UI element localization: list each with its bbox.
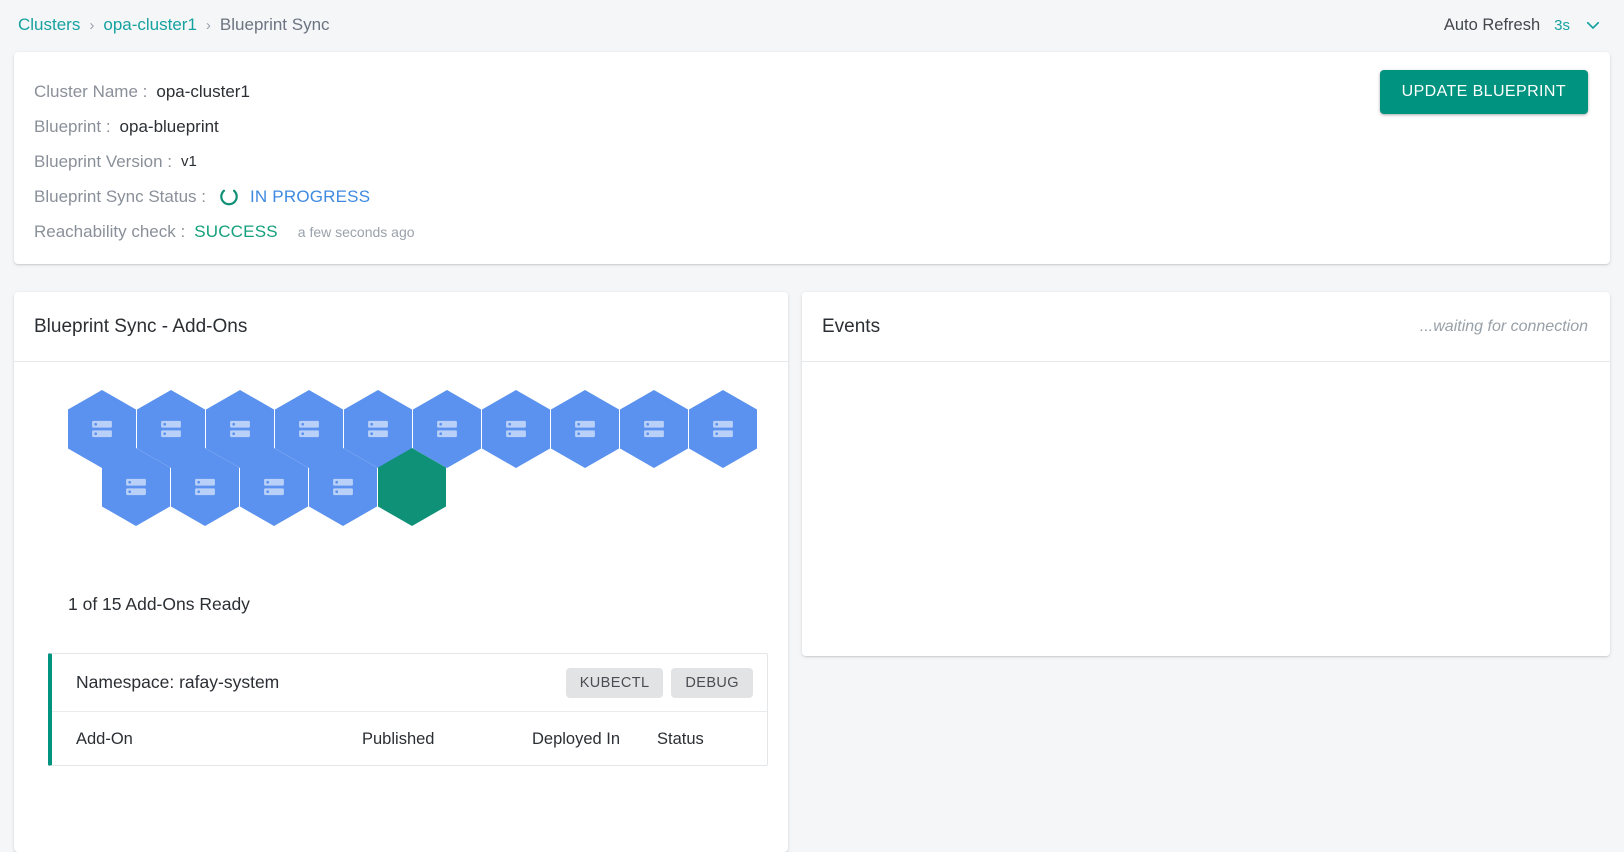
server-stack-icon xyxy=(299,420,319,438)
server-stack-icon xyxy=(713,420,733,438)
auto-refresh-control: Auto Refresh 3s xyxy=(1444,16,1602,35)
debug-button[interactable]: DEBUG xyxy=(671,667,753,698)
cluster-name-value: opa-cluster1 xyxy=(156,81,250,101)
column-header-published[interactable]: Published xyxy=(352,712,522,765)
sync-status-label: Blueprint Sync Status : xyxy=(34,186,206,206)
addons-table-header-row: Add-On Published Deployed In Status xyxy=(52,712,788,765)
column-header-deployed-in[interactable]: Deployed In xyxy=(522,712,647,765)
blueprint-value: opa-blueprint xyxy=(119,116,219,136)
server-stack-icon xyxy=(333,478,353,496)
addon-hexagon-pending[interactable] xyxy=(482,390,550,468)
addon-hexagon-pending[interactable] xyxy=(171,448,239,526)
blueprint-sync-card: Blueprint Sync - Add-Ons 1 of 15 Add-Ons… xyxy=(14,292,788,852)
breadcrumb-separator: › xyxy=(205,16,211,34)
blueprint-version-label: Blueprint Version : xyxy=(34,151,172,171)
blueprint-version-value: v1 xyxy=(180,153,197,170)
server-stack-icon xyxy=(195,478,215,496)
server-stack-icon xyxy=(437,420,457,438)
loading-spinner-icon xyxy=(218,186,240,208)
blueprint-sync-title: Blueprint Sync - Add-Ons xyxy=(34,315,248,337)
column-header-addon[interactable]: Add-On xyxy=(52,712,352,765)
addon-hexagon-pending[interactable] xyxy=(309,448,377,526)
addons-table: Add-On Published Deployed In Status xyxy=(52,712,788,765)
hexagon-row-2 xyxy=(102,448,447,526)
sync-status-row: Blueprint Sync Status : IN PROGRESS xyxy=(34,179,1586,214)
server-stack-icon xyxy=(575,420,595,438)
addon-hexagon-pending[interactable] xyxy=(102,448,170,526)
server-stack-icon xyxy=(126,478,146,496)
namespace-actions: KUBECTL DEBUG xyxy=(565,667,753,698)
reachability-timestamp: a few seconds ago xyxy=(297,223,415,240)
events-title: Events xyxy=(822,315,881,337)
cluster-name-row: Cluster Name : opa-cluster1 xyxy=(34,74,1586,109)
addon-hexagon-pending[interactable] xyxy=(620,390,688,468)
server-stack-icon xyxy=(230,420,250,438)
namespace-header: Namespace: rafay-system KUBECTL DEBUG xyxy=(52,654,767,712)
server-stack-icon xyxy=(92,420,112,438)
blueprint-row: Blueprint : opa-blueprint xyxy=(34,109,1586,144)
auto-refresh-label: Auto Refresh xyxy=(1443,15,1541,34)
events-connection-status: ...waiting for connection xyxy=(1419,317,1588,335)
blueprint-sync-header: Blueprint Sync - Add-Ons xyxy=(14,292,788,362)
auto-refresh-interval-value[interactable]: 3s xyxy=(1554,17,1570,34)
addon-hexagon-pending[interactable] xyxy=(240,448,308,526)
breadcrumb-item-cluster[interactable]: opa-cluster1 xyxy=(103,15,197,35)
server-stack-icon xyxy=(506,420,526,438)
breadcrumb-item-clusters[interactable]: Clusters xyxy=(18,15,80,35)
blueprint-version-row: Blueprint Version : v1 xyxy=(34,144,1586,179)
addon-hexagon-pending[interactable] xyxy=(689,390,757,468)
reachability-status-badge: SUCCESS xyxy=(194,221,278,241)
breadcrumb: Clusters › opa-cluster1 › Blueprint Sync xyxy=(18,15,330,35)
addon-hexagon-grid xyxy=(14,390,788,570)
events-header: Events ...waiting for connection xyxy=(802,292,1610,362)
server-stack-icon xyxy=(264,478,284,496)
breadcrumb-item-current: Blueprint Sync xyxy=(219,15,330,34)
addons-ready-count: 1 of 15 Add-Ons Ready xyxy=(68,594,250,614)
column-header-status[interactable]: Status xyxy=(647,712,788,765)
update-blueprint-button[interactable]: UPDATE BLUEPRINT xyxy=(1379,70,1588,114)
addon-hexagon-pending[interactable] xyxy=(551,390,619,468)
addon-hexagon-ready[interactable] xyxy=(378,448,446,526)
cluster-name-label: Cluster Name : xyxy=(34,81,148,101)
blueprint-label: Blueprint : xyxy=(34,116,111,136)
top-bar: Clusters › opa-cluster1 › Blueprint Sync… xyxy=(0,0,1624,50)
reachability-label: Reachability check : xyxy=(34,221,186,241)
breadcrumb-separator: › xyxy=(89,16,95,34)
kubectl-button[interactable]: KUBECTL xyxy=(565,667,664,698)
events-card: Events ...waiting for connection xyxy=(802,292,1610,656)
cluster-info-card: Cluster Name : opa-cluster1 Blueprint : … xyxy=(14,52,1610,264)
chevron-down-icon[interactable] xyxy=(1584,16,1602,34)
server-stack-icon xyxy=(368,420,388,438)
events-list xyxy=(802,362,1610,656)
namespace-block: Namespace: rafay-system KUBECTL DEBUG Ad… xyxy=(48,653,768,766)
server-stack-icon xyxy=(644,420,664,438)
reachability-row: Reachability check : SUCCESS a few secon… xyxy=(34,214,1586,249)
namespace-title: Namespace: rafay-system xyxy=(76,672,280,692)
sync-status-value: IN PROGRESS xyxy=(249,186,371,206)
server-stack-icon xyxy=(161,420,181,438)
